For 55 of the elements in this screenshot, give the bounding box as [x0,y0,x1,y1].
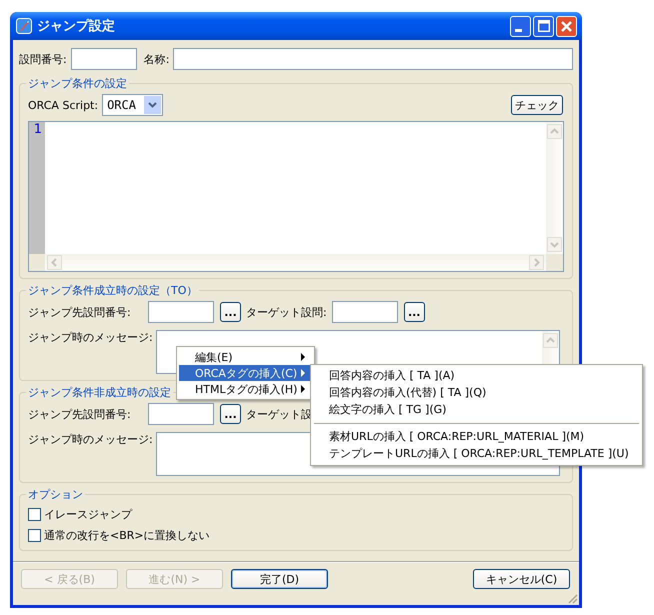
resize-grip-icon[interactable] [566,592,578,604]
field-label: 名称: [144,52,170,66]
checkbox[interactable] [28,529,41,542]
menu-item[interactable]: 回答内容の挿入 [ TA ](A) [313,367,640,384]
menu-item[interactable]: HTMLタグの挿入(H) [179,381,312,397]
checkbox-label: イレースジャンプ [44,507,132,522]
name-field[interactable] [173,48,573,70]
dialog-button[interactable]: キャンセル(C) [473,569,570,589]
target-field[interactable] [332,301,398,323]
scroll-right-icon [529,255,544,270]
menu-item[interactable]: 素材URLの挿入 [ ORCA:REP:URL_MATERIAL ](M) [313,428,640,445]
close-icon [561,20,572,32]
group-title: オプション [27,487,84,502]
field-label: ジャンプ先設問番号: [28,406,132,422]
line-number: 1 [34,122,42,138]
checkbox-label: 通常の改行を<BR>に置換しない [44,528,210,543]
menu-item[interactable]: ORCAタグの挿入(C) [179,365,312,381]
script-dropdown[interactable]: ORCA [102,94,164,116]
maximize-icon [538,20,550,32]
browse-button[interactable]: ... [404,302,425,322]
scroll-up-icon [543,333,558,348]
destination-field[interactable] [148,403,214,425]
browse-button[interactable]: ... [220,404,241,424]
group-title: ジャンプ条件非成立時の設定 [27,385,172,400]
group-title: ジャンプ条件成立時の設定（TO） [27,283,198,298]
minimize-button[interactable] [510,16,531,36]
group-title: ジャンプ条件の設定 [27,76,128,91]
destination-field[interactable] [148,301,214,323]
dialog-button[interactable]: 完了(D) [231,569,328,589]
field-label: ORCA Script: [28,98,98,112]
menu-item[interactable]: テンプレートURLの挿入 [ ORCA:REP:URL_TEMPLATE ](U) [313,445,640,462]
scroll-down-icon [547,237,562,252]
check-button[interactable]: チェック [511,95,563,115]
menu-item[interactable]: 回答内容の挿入(代替) [ TA ](Q) [313,384,640,401]
minimize-icon [515,28,522,32]
window-title: ジャンプ設定 [37,18,115,35]
scroll-up-icon [547,124,562,139]
chevron-down-icon [144,96,162,114]
field-label: ジャンプ時のメッセージ: [28,432,154,447]
horizontal-scrollbar[interactable] [45,254,546,271]
field-label: ジャンプ時のメッセージ: [28,330,154,345]
field-label: ジャンプ先設問番号: [28,304,132,320]
menu-item[interactable]: 絵文字の挿入 [ TG ](G) [313,401,640,418]
field-label: ターゲット設問: [246,304,327,320]
menu-item[interactable]: 編集(E) [179,349,312,365]
code-editor[interactable]: 1 [28,121,564,272]
vertical-scrollbar[interactable] [546,122,563,254]
field-label: 設問番号: [19,52,67,66]
field-label: ターゲット設 [246,406,312,422]
checkbox[interactable] [28,508,41,521]
question-number-field[interactable] [70,48,137,70]
scroll-left-icon [47,255,62,270]
browse-button[interactable]: ... [220,302,241,322]
maximize-button[interactable] [533,16,554,36]
close-button[interactable] [556,16,577,36]
